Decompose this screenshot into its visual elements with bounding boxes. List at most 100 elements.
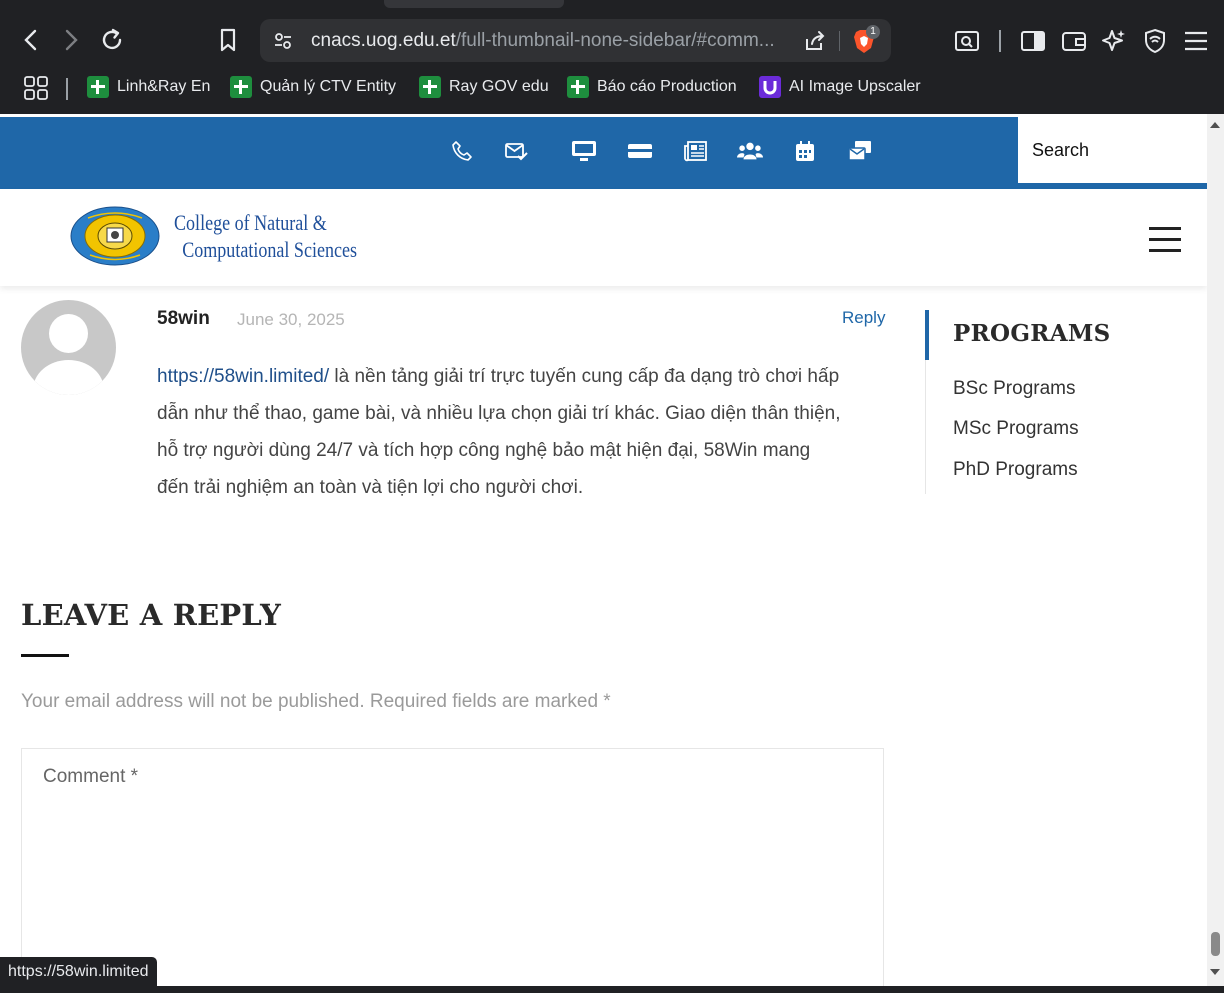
tab-search-button[interactable]: [953, 27, 981, 55]
calendar-icon: [796, 141, 814, 161]
tab-search-icon: [955, 31, 979, 51]
bookmark-item[interactable]: Báo cáo Production: [567, 76, 737, 98]
share-icon[interactable]: [803, 29, 827, 53]
sheets-icon: [230, 76, 252, 98]
bookmark-label: AI Image Upscaler: [789, 78, 921, 95]
bookmarks-bar: Linh&Ray En Quản lý CTV Entity Ray GOV e…: [0, 68, 1224, 108]
scroll-up-arrow[interactable]: [1210, 122, 1220, 128]
url-host: cnacs.uog.edu.et: [311, 30, 456, 51]
avatar-head: [49, 314, 88, 353]
bookmark-label: Quản lý CTV Entity: [260, 78, 397, 95]
sheets-icon: [567, 76, 589, 98]
forward-button[interactable]: [57, 26, 85, 54]
wallet-button[interactable]: [1060, 27, 1088, 55]
sheets-icon: [419, 76, 441, 98]
shield-icon: [1145, 28, 1165, 54]
bookmark-label: Ray GOV edu: [449, 78, 549, 95]
users-icon: [737, 142, 763, 160]
page-viewport: College of Natural & Computational Scien…: [0, 114, 1207, 986]
elearning-link[interactable]: [571, 139, 597, 163]
bookmark-label: Linh&Ray En: [117, 78, 211, 95]
apps-button[interactable]: [24, 76, 48, 105]
leo-ai-button[interactable]: [1100, 27, 1128, 55]
sidebar-toggle-button[interactable]: [1019, 27, 1047, 55]
site-search: [1018, 117, 1207, 186]
heading-underline: [21, 654, 69, 657]
scroll-down-arrow[interactable]: [1210, 969, 1220, 975]
leave-reply-heading: LEAVE A REPLY: [21, 598, 282, 632]
brave-shields-button[interactable]: 1: [852, 25, 880, 54]
comment-body: https://58win.limited/ là nền tảng giải …: [157, 358, 847, 506]
bookmark-label: Báo cáo Production: [597, 78, 737, 95]
widget-title: PROGRAMS: [953, 320, 1111, 347]
bookmark-item[interactable]: AI Image Upscaler: [759, 76, 921, 98]
bookmark-icon: [220, 28, 236, 52]
site-topbar: [0, 117, 1207, 189]
site-settings-icon[interactable]: [273, 31, 293, 51]
bookmark-item[interactable]: Quản lý CTV Entity: [230, 76, 396, 98]
main-menu-button[interactable]: [1182, 27, 1210, 55]
hamburger-menu-button[interactable]: [1149, 227, 1181, 252]
link-status-bubble: https://58win.limited: [0, 957, 157, 986]
community-link[interactable]: [737, 139, 763, 163]
comment-author: 58win: [157, 308, 210, 329]
page-scrollbar[interactable]: [1207, 114, 1224, 986]
widget-accent-bar: [925, 310, 929, 360]
calendar-link[interactable]: [792, 139, 818, 163]
logo-line-1: College of Natural &: [174, 210, 327, 235]
programs-widget: PROGRAMS BSc Programs MSc Programs PhD P…: [925, 310, 1195, 494]
search-input[interactable]: [1018, 117, 1188, 183]
chevron-right-icon: [65, 29, 78, 51]
toolbar-divider: [999, 30, 1001, 52]
sheets-icon: [87, 76, 109, 98]
hamburger-line: [1149, 227, 1181, 230]
url-path: /full-thumbnail-none-sidebar/#comm...: [455, 30, 775, 51]
bookmark-item[interactable]: Linh&Ray En: [87, 76, 210, 98]
university-seal-logo[interactable]: [70, 206, 160, 266]
bookmark-button[interactable]: [214, 26, 242, 54]
logo-line-2: Computational Sciences: [182, 237, 358, 262]
reload-button[interactable]: [98, 26, 126, 54]
reply-note: Your email address will not be published…: [21, 691, 611, 712]
phone-icon: [452, 141, 472, 161]
contact-link[interactable]: [847, 139, 873, 163]
bookmark-item[interactable]: Ray GOV edu: [419, 76, 549, 98]
apps-grid-icon: [24, 76, 48, 100]
sidebar-item-bsc[interactable]: BSc Programs: [953, 378, 1075, 400]
upscaler-icon: [759, 76, 781, 98]
menu-icon: [1185, 31, 1207, 51]
scroll-thumb[interactable]: [1211, 932, 1220, 956]
college-name-logo[interactable]: College of Natural & Computational Scien…: [174, 209, 357, 263]
card-link[interactable]: [627, 139, 653, 163]
chevron-left-icon: [24, 29, 37, 51]
comment-link[interactable]: https://58win.limited/: [157, 366, 329, 387]
mail-check-icon: [505, 143, 528, 161]
comment-field-wrapper: [21, 748, 884, 986]
active-tab-edge[interactable]: [384, 0, 564, 8]
address-bar[interactable]: cnacs.uog.edu.et/full-thumbnail-none-sid…: [260, 19, 891, 62]
commenter-avatar: [21, 300, 116, 395]
bookmarks-divider: [66, 78, 68, 100]
comment-reply-link[interactable]: Reply: [842, 308, 885, 328]
omnibox-divider: [839, 31, 840, 51]
sparkle-icon: [1102, 30, 1125, 51]
sidebar-item-msc[interactable]: MSc Programs: [953, 418, 1079, 440]
sidebar-icon: [1021, 31, 1045, 51]
comment-date: June 30, 2025: [237, 310, 345, 329]
url-text[interactable]: cnacs.uog.edu.et/full-thumbnail-none-sid…: [311, 30, 786, 52]
site-header: College of Natural & Computational Scien…: [0, 189, 1207, 286]
sidebar-item-phd[interactable]: PhD Programs: [953, 459, 1078, 481]
back-button[interactable]: [17, 26, 45, 54]
phone-link[interactable]: [449, 139, 475, 163]
comment-textarea[interactable]: [22, 749, 883, 986]
monitor-icon: [572, 141, 596, 161]
mail-stack-icon: [848, 141, 871, 161]
vpn-button[interactable]: [1141, 27, 1169, 55]
browser-toolbar: cnacs.uog.edu.et/full-thumbnail-none-sid…: [0, 0, 1224, 114]
avatar-body: [33, 360, 104, 395]
news-link[interactable]: [683, 139, 709, 163]
hamburger-line: [1149, 238, 1181, 241]
id-card-icon: [628, 144, 652, 158]
email-link[interactable]: [503, 139, 529, 163]
wallet-icon: [1062, 32, 1086, 51]
